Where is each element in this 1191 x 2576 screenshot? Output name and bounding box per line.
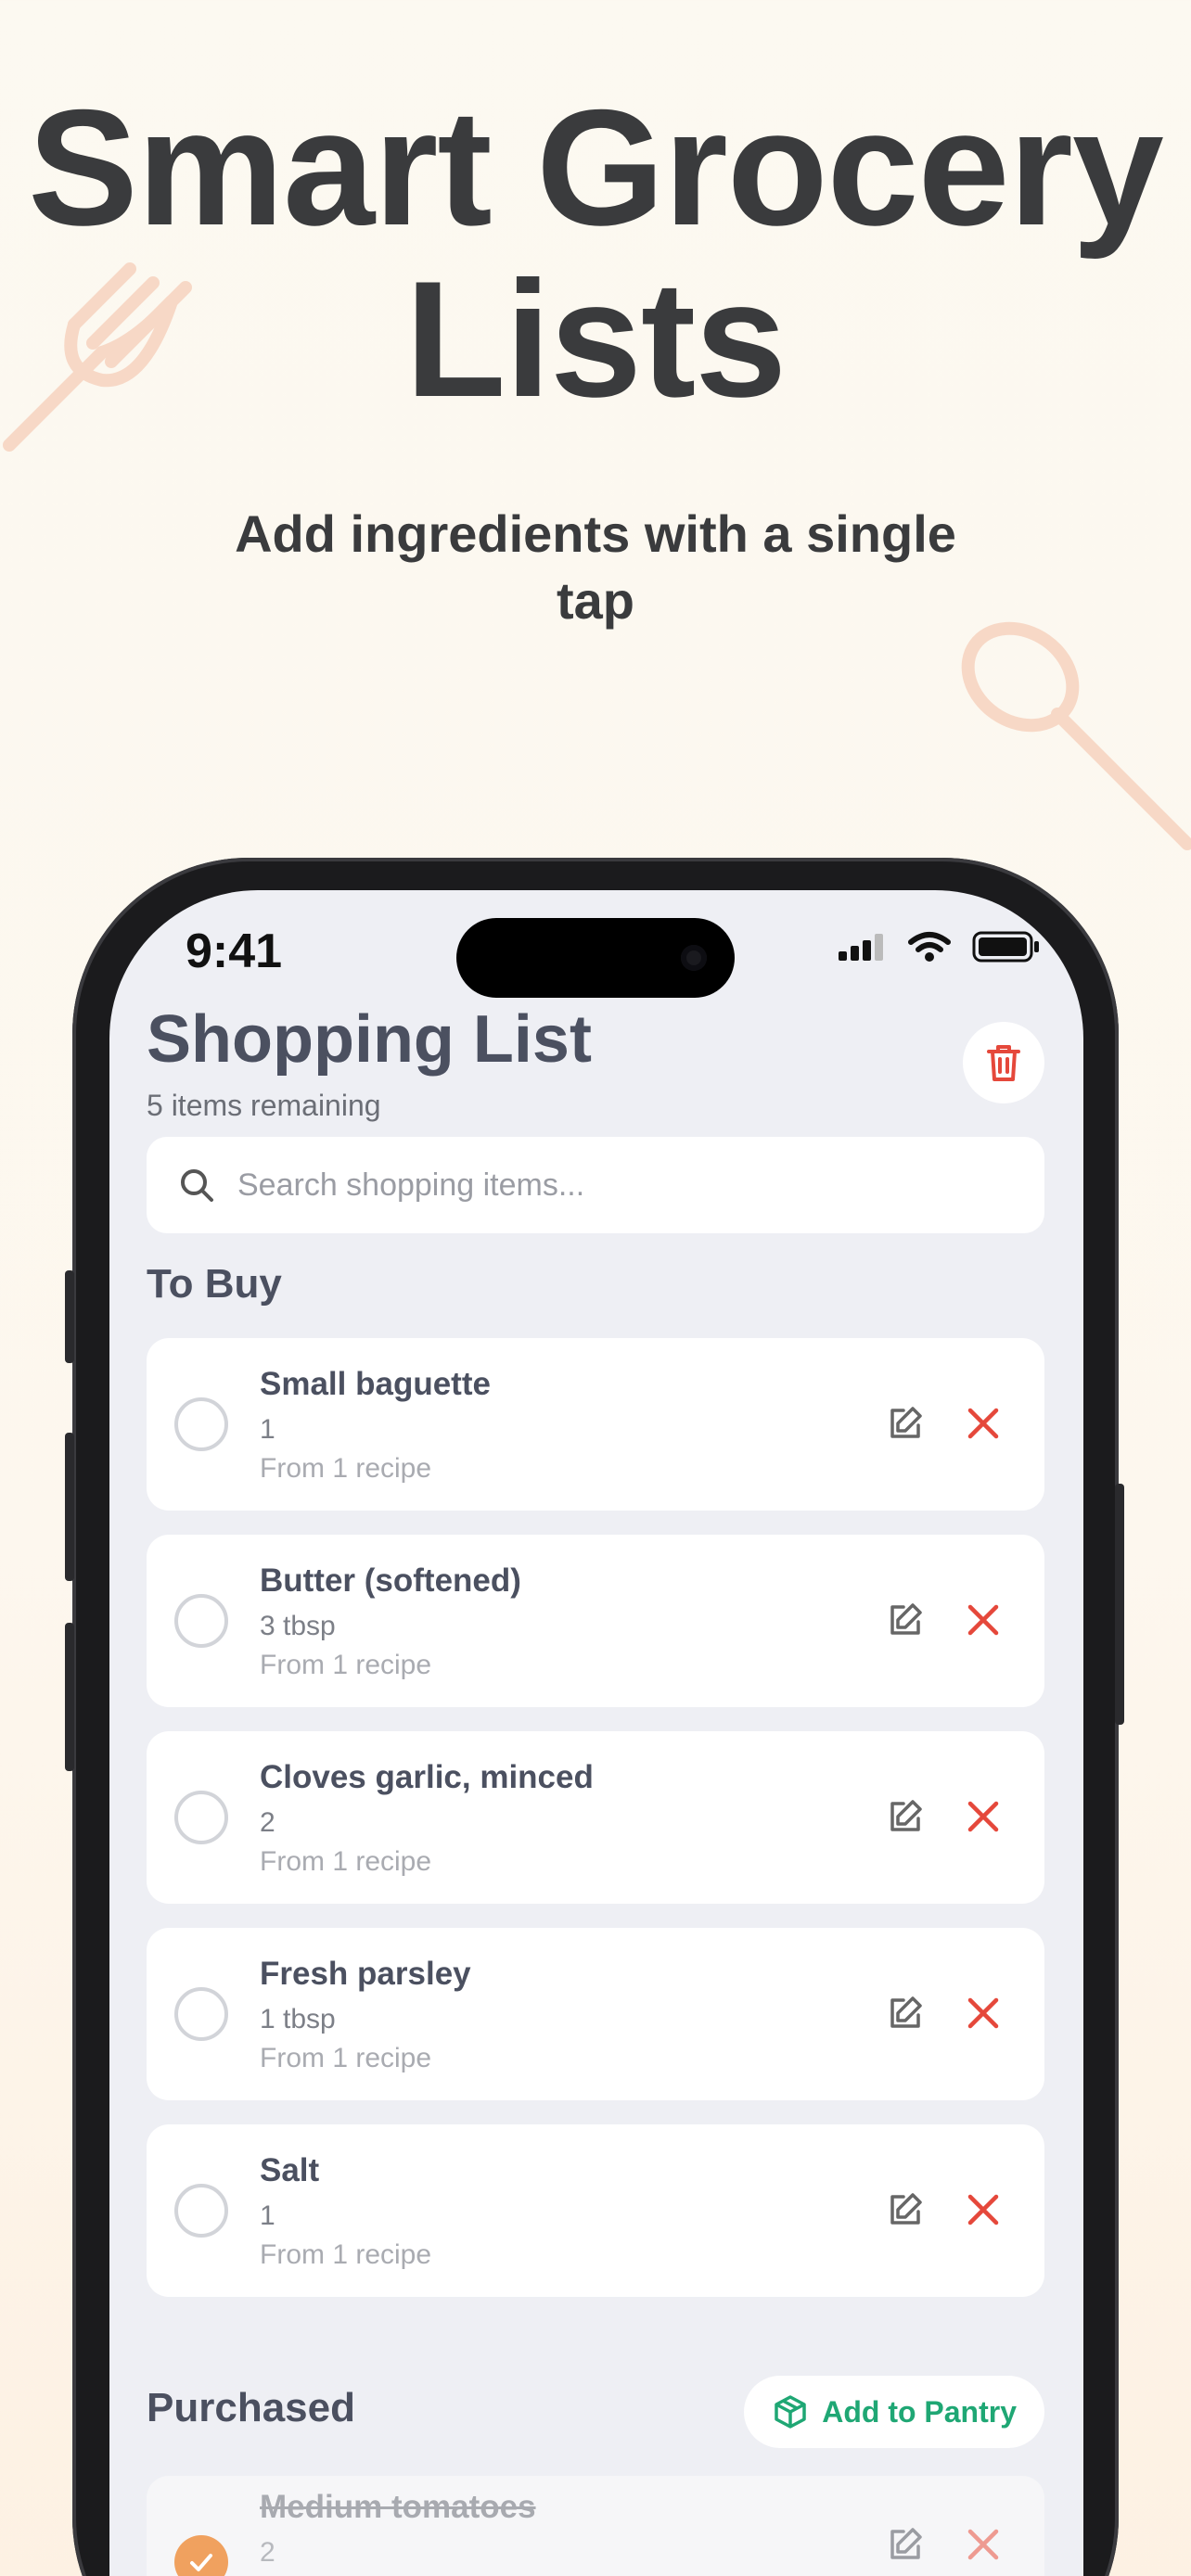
phone-volume-up-button <box>65 1433 74 1581</box>
purchased-section-title: Purchased <box>147 2385 355 2430</box>
to-buy-section-title: To Buy <box>147 1261 282 1307</box>
item-source: From 1 recipe <box>260 1650 432 1680</box>
check-icon <box>190 2554 212 2571</box>
item-name: Small baguette <box>260 1366 491 1402</box>
spoon-decoration-icon <box>961 621 1191 850</box>
promo-subheadline: Add ingredients with a single tap <box>235 504 956 630</box>
item-quantity: 2 <box>260 2537 275 2568</box>
item-source: From 1 recipe <box>260 1453 432 1484</box>
list-item[interactable]: Small baguette 1 From 1 recipe <box>147 1338 1044 1511</box>
close-icon[interactable] <box>963 1796 1004 1837</box>
edit-icon[interactable] <box>885 1600 926 1640</box>
app-screen: 9:41 Shopping List 5 items remaining Sea… <box>109 890 1083 2576</box>
promo-headline: Smart Grocery Lists <box>0 82 1191 425</box>
item-source: From 1 recipe <box>260 2043 432 2073</box>
item-quantity: 3 tbsp <box>260 1611 336 1641</box>
item-name: Salt <box>260 2152 320 2188</box>
phone-volume-down-button <box>65 1623 74 1771</box>
search-input[interactable]: Search shopping items... <box>237 1167 584 1204</box>
close-icon[interactable] <box>963 1993 1004 2034</box>
battery-icon <box>972 931 1039 963</box>
close-icon[interactable] <box>963 1600 1004 1640</box>
list-item[interactable]: Salt 1 From 1 recipe <box>147 2124 1044 2297</box>
search-icon <box>181 1169 213 1202</box>
item-checkbox[interactable] <box>174 1987 228 2041</box>
list-item[interactable]: Cloves garlic, minced 2 From 1 recipe <box>147 1731 1044 1904</box>
front-camera <box>681 945 707 971</box>
item-name: Butter (softened) <box>260 1562 521 1599</box>
edit-icon[interactable] <box>885 1993 926 2034</box>
box-icon <box>775 2395 806 2429</box>
list-item[interactable]: Medium tomatoes 2 <box>147 2476 1044 2576</box>
item-checkbox[interactable] <box>174 1791 228 1844</box>
item-name: Medium tomatoes <box>260 2489 536 2525</box>
close-icon[interactable] <box>963 1403 1004 1444</box>
signal-icon <box>839 934 883 961</box>
dynamic-island <box>456 918 735 998</box>
item-source: From 1 recipe <box>260 1846 432 1877</box>
list-item[interactable]: Fresh parsley 1 tbsp From 1 recipe <box>147 1928 1044 2100</box>
edit-icon[interactable] <box>885 2524 926 2565</box>
add-to-pantry-label: Add to Pantry <box>822 2394 1017 2429</box>
edit-icon[interactable] <box>885 2189 926 2230</box>
add-to-pantry-button[interactable]: Add to Pantry <box>744 2376 1044 2448</box>
close-icon[interactable] <box>963 2189 1004 2230</box>
item-checkbox[interactable] <box>174 1397 228 1451</box>
item-quantity: 2 <box>260 1807 275 1838</box>
trash-icon <box>987 1045 1020 1081</box>
search-bar[interactable]: Search shopping items... <box>147 1137 1044 1233</box>
item-quantity: 1 <box>260 2200 275 2231</box>
item-source: From 1 recipe <box>260 2239 432 2270</box>
wifi-icon <box>908 932 951 962</box>
item-quantity: 1 tbsp <box>260 2004 336 2034</box>
promo-headline-line1: Smart Grocery <box>28 75 1164 260</box>
phone-action-button <box>65 1270 74 1363</box>
item-checkbox-checked[interactable] <box>174 2535 228 2576</box>
item-name: Cloves garlic, minced <box>260 1759 594 1795</box>
status-time: 9:41 <box>186 925 283 978</box>
status-icons <box>837 931 1041 963</box>
list-item[interactable]: Butter (softened) 3 tbsp From 1 recipe <box>147 1535 1044 1707</box>
page-title: Shopping List <box>147 1002 592 1077</box>
item-name: Fresh parsley <box>260 1956 471 1992</box>
item-checkbox[interactable] <box>174 2184 228 2238</box>
promo-headline-line2: Lists <box>404 247 787 431</box>
clear-list-button[interactable] <box>963 1022 1044 1103</box>
edit-icon[interactable] <box>885 1403 926 1444</box>
item-checkbox[interactable] <box>174 1594 228 1648</box>
phone-power-button <box>1115 1484 1124 1725</box>
close-icon[interactable] <box>963 2524 1004 2565</box>
item-quantity: 1 <box>260 1414 275 1445</box>
edit-icon[interactable] <box>885 1796 926 1837</box>
items-remaining-count: 5 items remaining <box>147 1089 381 1122</box>
